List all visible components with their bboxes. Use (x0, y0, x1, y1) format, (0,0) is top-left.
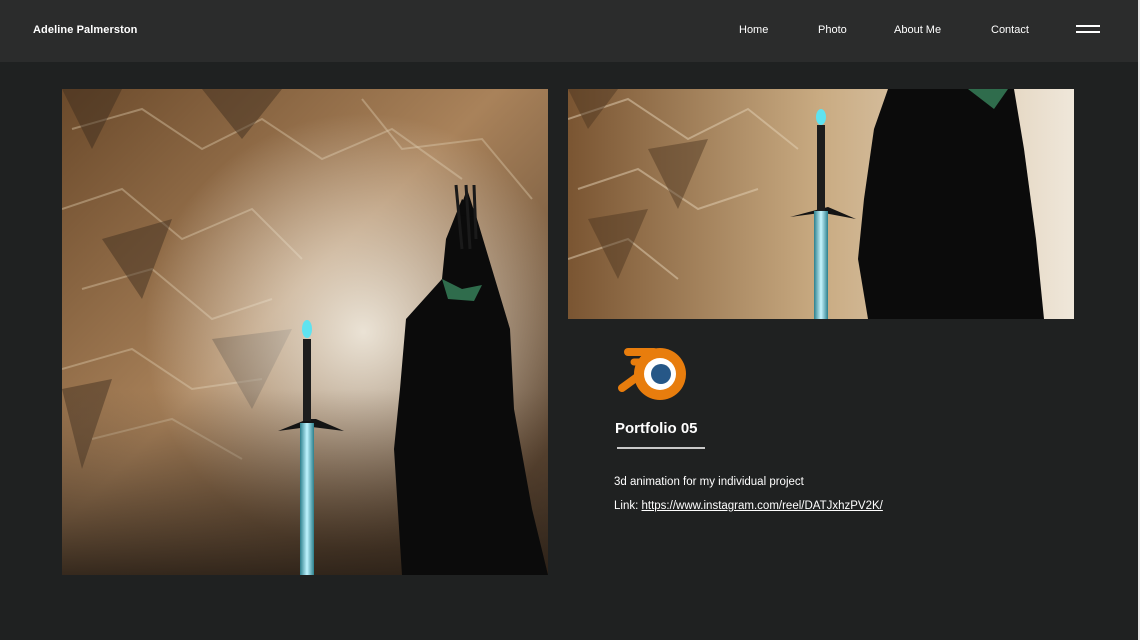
instagram-reel-link[interactable]: https://www.instagram.com/reel/DATJxhzPV… (642, 500, 883, 512)
nav-home[interactable]: Home (739, 24, 768, 36)
project-link-row: Link: https://www.instagram.com/reel/DAT… (614, 500, 883, 512)
link-label: Link: (614, 500, 639, 512)
site-brand[interactable]: Adeline Palmerston (33, 24, 138, 36)
site-header: Adeline Palmerston Home Photo About Me C… (0, 0, 1140, 62)
project-title: Portfolio 05 (615, 420, 698, 437)
hamburger-menu-icon[interactable] (1074, 24, 1102, 38)
project-description: 3d animation for my individual project (614, 476, 804, 488)
portfolio-secondary-image (568, 89, 1074, 319)
nav-about-me[interactable]: About Me (894, 24, 941, 36)
nav-photo[interactable]: Photo (818, 24, 847, 36)
title-underline-divider (617, 447, 705, 449)
nav-contact[interactable]: Contact (991, 24, 1029, 36)
portfolio-main-image (62, 89, 548, 575)
blender-logo-icon (614, 332, 692, 406)
